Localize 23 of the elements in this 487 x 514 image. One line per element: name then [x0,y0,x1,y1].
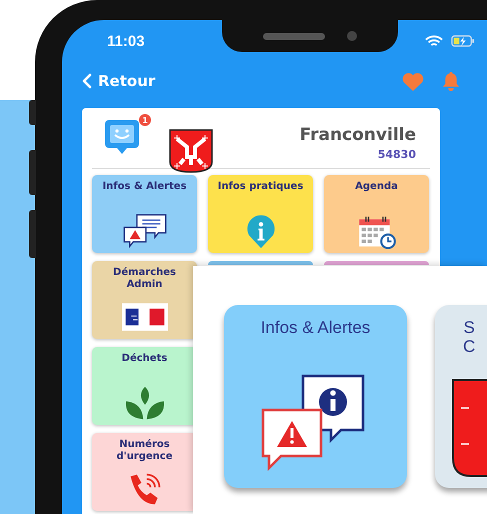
menu-tile[interactable]: Démarches Admin [92,261,197,339]
bell-icon[interactable] [441,70,461,92]
notification-badge: 1 [139,114,151,126]
menu-tile[interactable]: Infos & Alertes [92,175,197,253]
city-name: Franconville [300,125,416,145]
status-time: 11:03 [107,32,145,50]
menu-tile[interactable]: Agenda [324,175,429,253]
coat-of-arms-icon [451,378,487,478]
alert-chat-icon [122,213,168,249]
menu-tile[interactable]: Infos & Alertes [224,305,407,488]
postal-code: 54830 [378,148,416,161]
wifi-icon [425,34,443,48]
camera-dot [347,31,357,41]
heart-icon[interactable] [401,72,425,90]
battery-icon [451,35,475,47]
calendar-clock-icon [356,215,396,249]
menu-tile[interactable] [324,261,429,265]
menu-tile[interactable] [208,261,313,265]
coat-of-arms-icon [169,129,213,173]
menu-tile[interactable]: Infos pratiques [208,175,313,253]
menu-tile[interactable]: S C [435,305,487,488]
chevron-left-icon [82,73,92,89]
speaker-grille [263,32,325,40]
